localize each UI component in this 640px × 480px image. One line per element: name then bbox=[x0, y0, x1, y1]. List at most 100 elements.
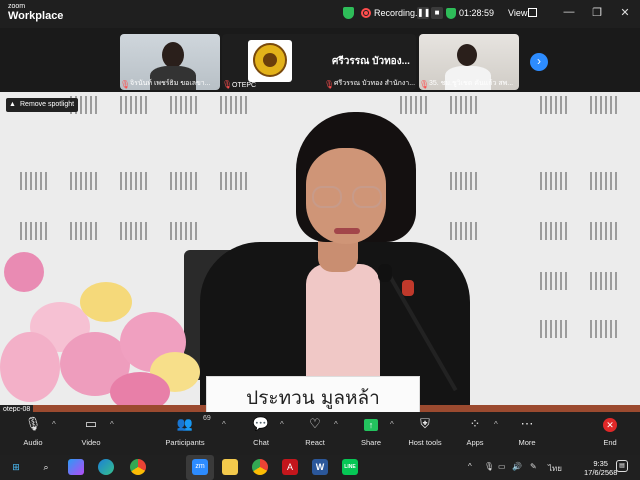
edge-icon[interactable] bbox=[98, 459, 114, 475]
remove-spotlight-button[interactable]: Remove spotlight bbox=[6, 98, 79, 112]
zoom-icon[interactable]: zm bbox=[192, 459, 208, 475]
end-label: End bbox=[603, 438, 617, 447]
wall-pattern bbox=[590, 96, 620, 114]
wall-pattern bbox=[540, 222, 570, 240]
wall-pattern bbox=[20, 222, 50, 240]
host-tools-button[interactable]: ⛨ Host tools bbox=[398, 416, 452, 447]
more-label: More bbox=[518, 438, 536, 447]
participant-title: ศรีวรรณ บัวทอง... bbox=[332, 56, 410, 67]
wall-pattern bbox=[590, 272, 620, 290]
participant-name: ศรีวรรณ บัวทอง สำนักงา... bbox=[334, 80, 416, 87]
participant-tile[interactable]: ศรีวรรณ บัวทอง... 🎙 OTEPC 🎙 ศรีวรรณ บัวท… bbox=[222, 34, 416, 90]
muted-mic-icon: 🎙 bbox=[324, 80, 335, 89]
participant-label: otepc-08 bbox=[0, 405, 34, 412]
language-indicator[interactable]: ไทย bbox=[548, 462, 562, 475]
host-tools-label: Host tools bbox=[408, 438, 442, 447]
minimize-icon[interactable]: — bbox=[562, 6, 576, 18]
share-label: Share bbox=[360, 438, 381, 447]
chevron-up-icon[interactable]: ^ bbox=[52, 420, 56, 429]
microphone-icon bbox=[378, 264, 392, 282]
chevron-up-icon[interactable]: ^ bbox=[390, 420, 394, 429]
chevron-up-icon[interactable]: ^ bbox=[110, 420, 114, 429]
line-icon[interactable]: LINE bbox=[342, 459, 358, 475]
acrobat-icon[interactable]: A bbox=[282, 459, 298, 475]
meeting-toolbar: 🎙 Audio ^ ▭ Video ^ 👥 Participants 69 ^ … bbox=[0, 412, 640, 455]
chevron-up-icon[interactable]: ^ bbox=[222, 420, 226, 429]
participant-name: จิรนันท์ เพชร์ธิม ขอเลขา... bbox=[130, 80, 211, 87]
widgets-icon[interactable] bbox=[68, 459, 84, 475]
pause-recording-button[interactable]: ❚❚ bbox=[417, 7, 430, 19]
wall-pattern bbox=[540, 96, 570, 114]
chrome-icon[interactable] bbox=[130, 459, 146, 475]
speaker-mouth bbox=[334, 228, 360, 234]
participant-name: OTEPC bbox=[232, 82, 257, 89]
flower bbox=[0, 332, 60, 402]
notifications-icon[interactable]: ▤ bbox=[616, 460, 628, 472]
chevron-right-icon[interactable]: › bbox=[530, 53, 548, 71]
more-icon: ⋯ bbox=[520, 416, 534, 431]
speaker-video[interactable]: Remove spotlight ประทวน มูลหล้า otepc-08 bbox=[0, 92, 640, 412]
wall-pattern bbox=[400, 96, 430, 114]
chrome-alt-icon[interactable] bbox=[252, 459, 268, 475]
wall-pattern bbox=[220, 172, 250, 190]
wall-pattern bbox=[590, 320, 620, 338]
more-button[interactable]: ⋯ More bbox=[500, 416, 554, 447]
flower bbox=[80, 282, 132, 322]
view-button[interactable]: View bbox=[508, 8, 527, 18]
wall-pattern bbox=[450, 96, 480, 114]
windows-start-icon[interactable]: ⊞ bbox=[8, 459, 24, 475]
flower bbox=[4, 252, 44, 292]
tray-chevron-up-icon[interactable]: ^ bbox=[468, 462, 472, 471]
wall-pattern bbox=[70, 222, 100, 240]
participant-tile[interactable]: 🎙 จิรนันท์ เพชร์ธิม ขอเลขา... bbox=[120, 34, 220, 90]
apps-label: Apps bbox=[466, 438, 484, 447]
stop-recording-button[interactable]: ■ bbox=[431, 7, 443, 19]
restore-icon[interactable]: ❐ bbox=[590, 6, 604, 19]
wall-pattern bbox=[170, 222, 200, 240]
word-icon[interactable]: W bbox=[312, 459, 328, 475]
encryption-shield-icon[interactable] bbox=[446, 8, 456, 19]
file-explorer-icon[interactable] bbox=[222, 459, 238, 475]
tray-mic-icon[interactable]: 🎙 bbox=[484, 462, 494, 471]
brooch bbox=[402, 280, 414, 296]
wall-pattern bbox=[170, 172, 200, 190]
react-label: React bbox=[305, 438, 325, 447]
wall-pattern bbox=[590, 172, 620, 190]
recording-label: Recording... bbox=[374, 8, 423, 18]
chat-label: Chat bbox=[253, 438, 269, 447]
muted-mic-icon: 🎙 bbox=[419, 80, 430, 89]
participant-count: 69 bbox=[203, 415, 211, 422]
muted-mic-icon: 🎙 bbox=[120, 80, 131, 89]
glasses-left bbox=[312, 186, 342, 208]
end-button[interactable]: ✕ End bbox=[583, 416, 637, 447]
meeting-timer: 01:28:59 bbox=[459, 8, 495, 18]
clock-time: 9:35 bbox=[593, 459, 608, 468]
chevron-up-icon[interactable]: ^ bbox=[334, 420, 338, 429]
wall-pattern bbox=[20, 172, 50, 190]
audio-label: Audio bbox=[23, 438, 43, 447]
participant-video bbox=[457, 44, 477, 66]
chevron-up-icon[interactable]: ^ bbox=[280, 420, 284, 429]
wall-pattern bbox=[70, 172, 100, 190]
view-grid-icon[interactable] bbox=[528, 8, 537, 17]
wall-pattern bbox=[220, 96, 250, 114]
security-shield-icon[interactable] bbox=[343, 7, 354, 19]
flower-arrangement bbox=[0, 242, 210, 412]
participant-tile[interactable]: 🎙 35. ชม.ชูวิเชต คันแก้ว สพ... bbox=[419, 34, 519, 90]
pen-icon[interactable]: ✎ bbox=[530, 462, 537, 471]
brand-small: zoom bbox=[8, 3, 26, 10]
close-icon[interactable]: ✕ bbox=[618, 6, 632, 19]
wall-pattern bbox=[450, 172, 480, 190]
network-icon[interactable]: ▭ bbox=[498, 462, 506, 471]
search-icon[interactable]: ⌕ bbox=[38, 459, 54, 475]
wall-pattern bbox=[120, 172, 150, 190]
end-icon: ✕ bbox=[583, 416, 637, 432]
wall-pattern bbox=[120, 222, 150, 240]
video-label: Video bbox=[81, 438, 101, 447]
wall-pattern bbox=[540, 172, 570, 190]
chevron-up-icon[interactable]: ^ bbox=[494, 420, 498, 429]
wall-pattern bbox=[120, 96, 150, 114]
glasses-right bbox=[352, 186, 382, 208]
system-clock[interactable]: 9:35 17/6/2568 bbox=[584, 459, 617, 477]
volume-icon[interactable]: 🔊 bbox=[512, 462, 522, 471]
